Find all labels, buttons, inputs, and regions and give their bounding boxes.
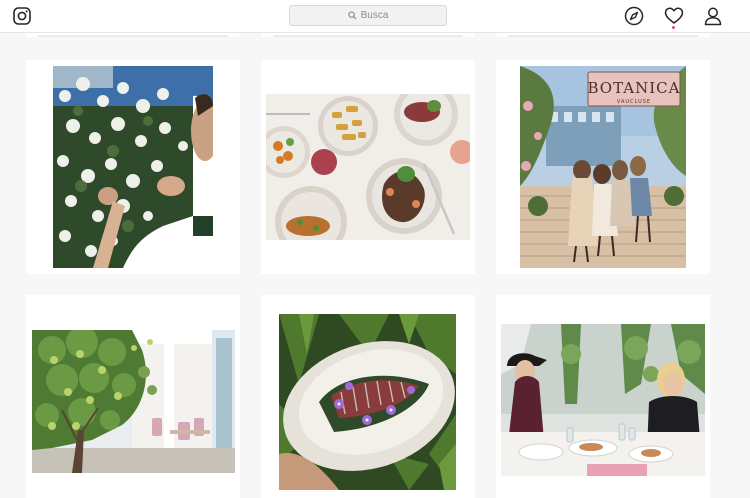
user-icon[interactable] [703, 6, 723, 26]
previous-row-card-edge [261, 33, 475, 37]
top-nav-bar: Busca [0, 0, 750, 33]
post-card-6[interactable] [496, 295, 710, 498]
post-card-1[interactable] [26, 60, 240, 274]
previous-row-card-edge [496, 33, 710, 37]
post-card-2[interactable] [261, 60, 475, 274]
post-card-4[interactable] [26, 295, 240, 498]
heart-icon[interactable] [664, 6, 684, 26]
compass-icon[interactable] [624, 6, 644, 26]
search-input[interactable]: Busca [289, 5, 447, 26]
notification-dot [672, 26, 675, 29]
search-placeholder: Busca [360, 10, 389, 21]
post-image-botanica[interactable]: BOTANICA VAUCLUSE [520, 66, 686, 268]
post-image-lime-tree[interactable] [32, 330, 235, 473]
post-image-dishes[interactable] [266, 94, 470, 240]
botanica-sign-subtext: VAUCLUSE [617, 99, 651, 105]
post-image-dining-friends[interactable] [501, 324, 705, 476]
search-icon [347, 11, 357, 20]
instagram-logo-icon[interactable] [13, 7, 31, 25]
post-card-3[interactable]: BOTANICA VAUCLUSE [496, 60, 710, 274]
post-image-tuna-plate[interactable] [279, 314, 456, 490]
previous-row-card-edge [26, 33, 240, 37]
post-card-5[interactable] [261, 295, 475, 498]
botanica-sign-text: BOTANICA [588, 79, 681, 97]
post-image-jasmine[interactable] [53, 66, 213, 268]
